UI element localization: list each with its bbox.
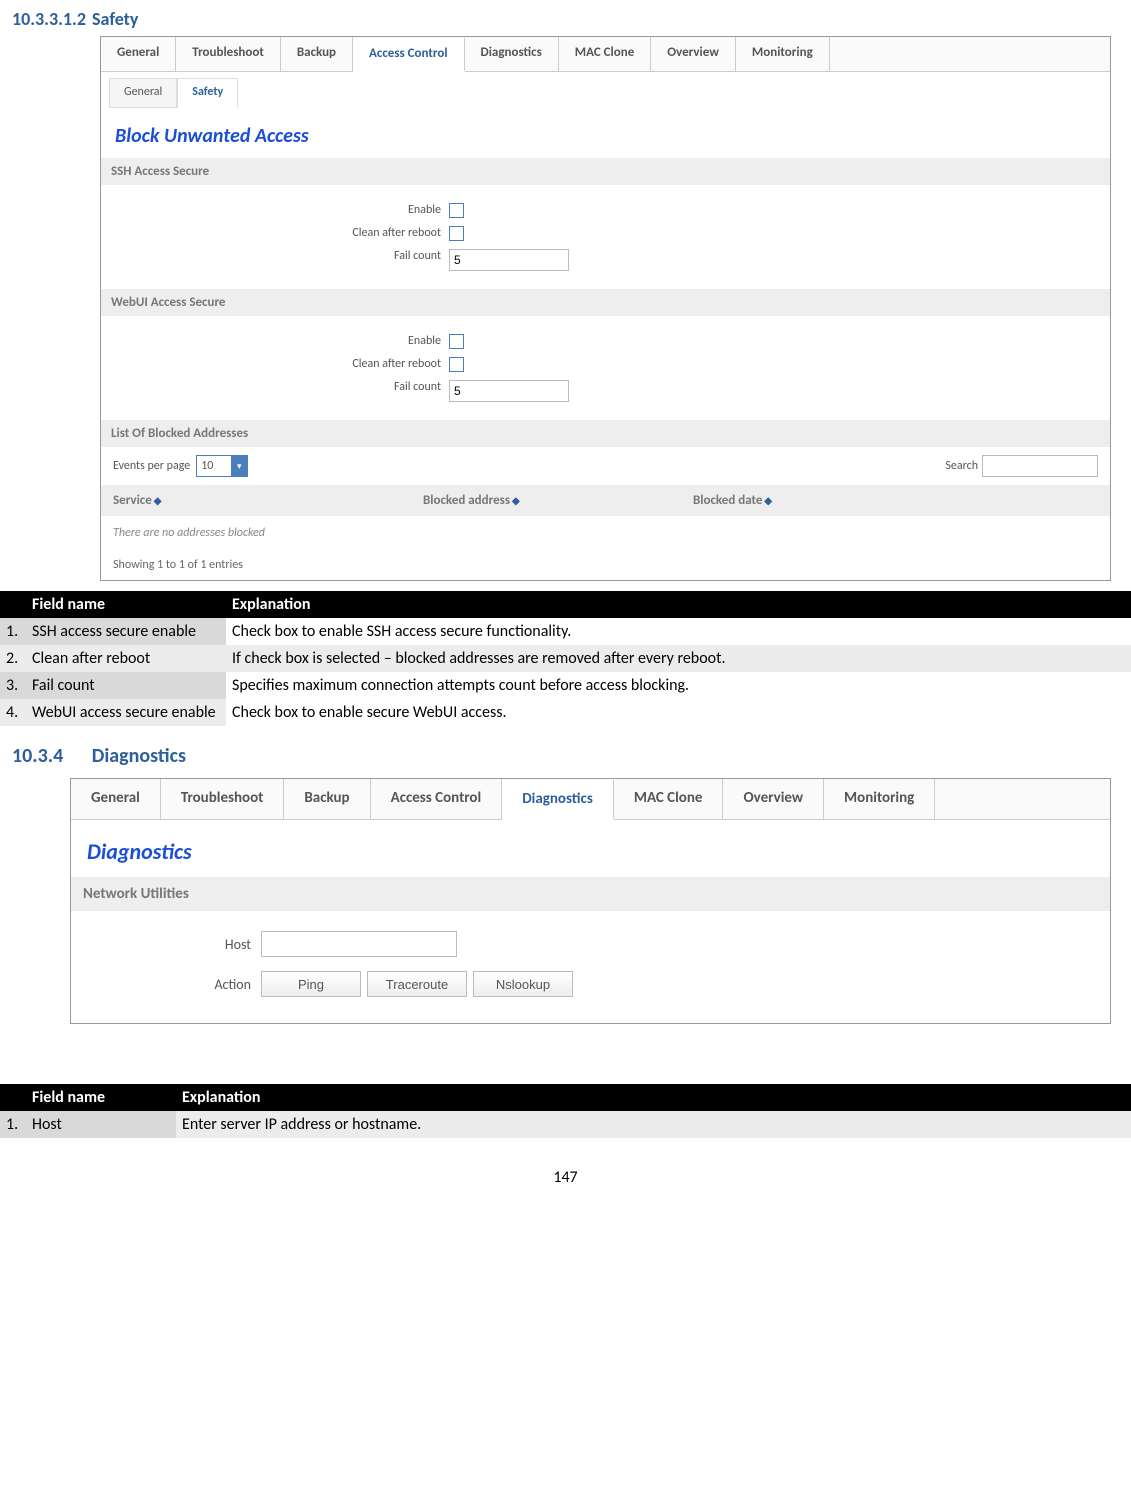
main-tabs-2: General Troubleshoot Backup Access Contr… (71, 779, 1110, 820)
network-utilities-header: Network Utilities (71, 877, 1110, 911)
sort-icon: ◆ (512, 494, 520, 507)
ping-button[interactable]: Ping (261, 971, 361, 997)
table-row: 4. (0, 699, 26, 726)
ssh-enable-label: Enable (101, 203, 449, 218)
showing-text: Showing 1 to 1 of 1 entries (101, 550, 1110, 580)
heading-number: 10.3.3.1.2 (12, 8, 86, 30)
table-row: 1. (0, 618, 26, 645)
th-explanation: Explanation (226, 591, 1131, 618)
web-enable-label: Enable (101, 334, 449, 349)
action-label: Action (71, 976, 261, 993)
table-row: Clean after reboot (26, 645, 226, 672)
table-row: Host (26, 1111, 176, 1138)
ssh-enable-checkbox[interactable] (449, 203, 464, 218)
page-number: 147 (0, 1168, 1131, 1187)
search-label: Search (945, 459, 978, 473)
panel-title-2: Diagnostics (87, 838, 1110, 865)
events-per-page-select[interactable]: 10 ▾ (196, 455, 248, 477)
tab-diagnostics[interactable]: Diagnostics (465, 37, 559, 71)
section-heading-safety: 10.3.3.1.2 Safety (12, 8, 1131, 30)
host-input[interactable] (261, 931, 457, 957)
tab-general[interactable]: General (101, 37, 176, 71)
th-field-name: Field name (26, 591, 226, 618)
section-heading-diagnostics: 10.3.4 Diagnostics (12, 744, 1131, 768)
main-tabs: General Troubleshoot Backup Access Contr… (101, 37, 1110, 72)
web-failcount-label: Fail count (101, 380, 449, 402)
col-blocked-date[interactable]: Blocked date (693, 493, 762, 508)
heading-number: 10.3.4 (12, 744, 63, 768)
ssh-failcount-label: Fail count (101, 249, 449, 271)
table-row: Fail count (26, 672, 226, 699)
table-row: Check box to enable SSH access secure fu… (226, 618, 1131, 645)
tab-backup[interactable]: Backup (281, 37, 353, 71)
subtab-general[interactable]: General (109, 78, 177, 108)
table-row: If check box is selected – blocked addre… (226, 645, 1131, 672)
table-row: Specifies maximum connection attempts co… (226, 672, 1131, 699)
sub-tabs: General Safety (101, 78, 1110, 108)
tab-overview[interactable]: Overview (651, 37, 736, 71)
safety-panel: General Troubleshoot Backup Access Contr… (100, 36, 1111, 581)
table-row: 1. (0, 1111, 26, 1138)
ssh-failcount-input[interactable] (449, 249, 569, 271)
tab-troubleshoot[interactable]: Troubleshoot (161, 779, 285, 819)
nslookup-button[interactable]: Nslookup (473, 971, 573, 997)
sort-icon: ◆ (764, 494, 772, 507)
table-row: SSH access secure enable (26, 618, 226, 645)
subtab-safety[interactable]: Safety (177, 78, 238, 108)
ssh-section-header: SSH Access Secure (101, 158, 1110, 185)
web-clean-checkbox[interactable] (449, 357, 464, 372)
table-row: 2. (0, 645, 26, 672)
tab-troubleshoot[interactable]: Troubleshoot (176, 37, 281, 71)
th-field-name: Field name (26, 1084, 176, 1111)
table-row: Enter server IP address or hostname. (176, 1111, 1131, 1138)
events-per-page-value: 10 (201, 459, 213, 473)
sort-icon: ◆ (154, 494, 162, 507)
web-enable-checkbox[interactable] (449, 334, 464, 349)
ssh-clean-label: Clean after reboot (101, 226, 449, 241)
heading-text: Safety (92, 8, 138, 30)
blocked-list-header: List Of Blocked Addresses (101, 420, 1110, 447)
chevron-down-icon: ▾ (231, 456, 247, 476)
tab-mac-clone[interactable]: MAC Clone (614, 779, 724, 819)
web-failcount-input[interactable] (449, 380, 569, 402)
field-table-1: Field name Explanation 1.SSH access secu… (0, 591, 1131, 726)
tab-access-control[interactable]: Access Control (371, 779, 503, 819)
ssh-clean-checkbox[interactable] (449, 226, 464, 241)
tab-general[interactable]: General (71, 779, 161, 819)
diagnostics-panel: General Troubleshoot Backup Access Contr… (70, 778, 1111, 1024)
field-table-2: Field name Explanation 1.HostEnter serve… (0, 1084, 1131, 1138)
search-input[interactable] (982, 455, 1098, 477)
col-blocked-address[interactable]: Blocked address (423, 493, 510, 508)
panel-title: Block Unwanted Access (115, 124, 1110, 148)
tab-access-control[interactable]: Access Control (353, 38, 465, 72)
host-label: Host (71, 936, 261, 953)
traceroute-button[interactable]: Traceroute (367, 971, 467, 997)
table-row: WebUI access secure enable (26, 699, 226, 726)
table-row: 3. (0, 672, 26, 699)
tab-mac-clone[interactable]: MAC Clone (559, 37, 652, 71)
empty-message: There are no addresses blocked (101, 516, 1110, 550)
col-service[interactable]: Service (113, 493, 152, 508)
table-row: Check box to enable secure WebUI access. (226, 699, 1131, 726)
events-per-page-label: Events per page (113, 459, 190, 473)
tab-monitoring[interactable]: Monitoring (736, 37, 830, 71)
tab-overview[interactable]: Overview (723, 779, 824, 819)
th-explanation: Explanation (176, 1084, 1131, 1111)
tab-diagnostics[interactable]: Diagnostics (502, 780, 614, 820)
tab-monitoring[interactable]: Monitoring (824, 779, 935, 819)
tab-backup[interactable]: Backup (284, 779, 370, 819)
heading-text: Diagnostics (92, 744, 186, 768)
webui-section-header: WebUI Access Secure (101, 289, 1110, 316)
web-clean-label: Clean after reboot (101, 357, 449, 372)
